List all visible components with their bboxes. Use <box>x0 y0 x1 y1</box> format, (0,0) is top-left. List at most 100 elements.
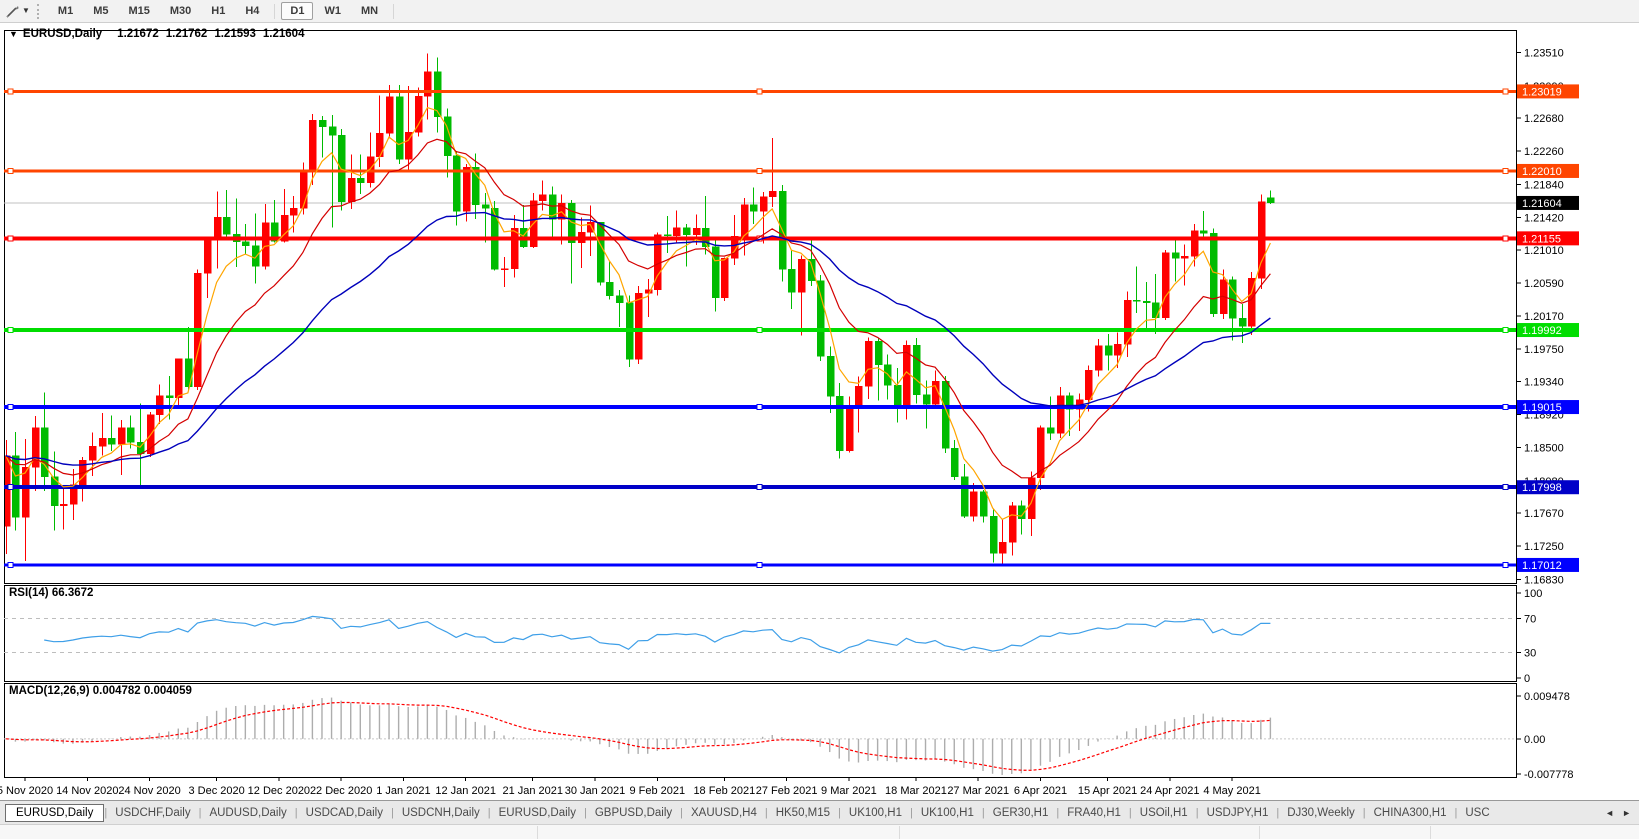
chart-tab-gbpusd-daily[interactable]: GBPUSD,Daily <box>587 804 680 822</box>
hline-handle[interactable] <box>8 405 13 410</box>
price-chart-canvas[interactable]: 1.235101.230901.226801.222601.218401.214… <box>0 24 1639 800</box>
timeframe-button-d1[interactable]: D1 <box>281 2 313 20</box>
date-tick-label: 24 Nov 2020 <box>118 785 180 797</box>
macd-axis-label: 0.009478 <box>1524 691 1570 703</box>
date-tick-label: 9 Feb 2021 <box>629 785 685 797</box>
hline-handle[interactable] <box>1503 562 1508 567</box>
hline-handle[interactable] <box>757 89 762 94</box>
chart-tab-usdcnh-daily[interactable]: USDCNH,Daily <box>394 804 488 822</box>
date-tick-label: 9 Mar 2021 <box>821 785 877 797</box>
date-tick-label: 4 May 2021 <box>1203 785 1260 797</box>
price-badge-label: 1.19015 <box>1522 402 1562 414</box>
chart-tab-bar: EURUSD,Daily|USDCHF,Daily|AUDUSD,Daily|U… <box>0 800 1639 824</box>
chart-tab-uk100-h1[interactable]: UK100,H1 <box>841 804 910 822</box>
date-tick-label: 15 Apr 2021 <box>1078 785 1137 797</box>
chart-tab-usdcad-daily[interactable]: USDCAD,Daily <box>298 804 391 822</box>
price-axis: 1.235101.230901.226801.222601.218401.214… <box>1516 48 1579 587</box>
hline-handle[interactable] <box>757 328 762 333</box>
date-tick-label: 27 Feb 2021 <box>756 785 818 797</box>
hline-handle[interactable] <box>8 328 13 333</box>
price-tick-label: 1.17250 <box>1524 541 1564 553</box>
chart-tab-china300-h1[interactable]: CHINA300,H1 <box>1366 804 1455 822</box>
price-tick-label: 1.21840 <box>1524 179 1564 191</box>
date-tick-label: 5 Nov 2020 <box>0 785 53 797</box>
hline-handle[interactable] <box>757 562 762 567</box>
rsi-axis-label: 30 <box>1524 648 1536 660</box>
status-bar-divider <box>899 826 900 839</box>
price-tick-label: 1.23510 <box>1524 48 1564 60</box>
current-price-badge-label: 1.21604 <box>1522 198 1562 210</box>
toolbar-grip-handle[interactable] <box>37 4 41 19</box>
macd-axis-label: -0.007778 <box>1524 769 1574 781</box>
hline-handle[interactable] <box>8 89 13 94</box>
hline-handle[interactable] <box>8 485 13 490</box>
hline-handle[interactable] <box>8 168 13 173</box>
chart-tab-uk100-h1[interactable]: UK100,H1 <box>913 804 982 822</box>
chart-tab-audusd-daily[interactable]: AUDUSD,Daily <box>201 804 294 822</box>
chart-tab-usdchf-daily[interactable]: USDCHF,Daily <box>107 804 198 822</box>
timeframe-button-m30[interactable]: M30 <box>161 2 200 20</box>
hline-handle[interactable] <box>1503 405 1508 410</box>
timeframe-button-h1[interactable]: H1 <box>202 2 234 20</box>
chart-tab-eurusd-daily[interactable]: EURUSD,Daily <box>5 804 104 822</box>
timeframe-buttons: M1M5M15M30H1H4 D1W1MN <box>48 2 399 20</box>
price-badge-label: 1.17998 <box>1522 482 1562 494</box>
timeframe-button-m1[interactable]: M1 <box>49 2 82 20</box>
date-axis: 5 Nov 202014 Nov 202024 Nov 20203 Dec 20… <box>0 777 1261 797</box>
hline-handle[interactable] <box>8 236 13 241</box>
hline-handle[interactable] <box>757 405 762 410</box>
chart-tab-xauusd-h4[interactable]: XAUUSD,H4 <box>683 804 765 822</box>
chart-tab-eurusd-daily[interactable]: EURUSD,Daily <box>491 804 584 822</box>
tab-scroll-buttons: ◄► <box>1597 808 1639 818</box>
price-tick-label: 1.22260 <box>1524 146 1564 158</box>
date-tick-label: 18 Feb 2021 <box>693 785 755 797</box>
hline-handle[interactable] <box>8 562 13 567</box>
hline-handle[interactable] <box>1503 236 1508 241</box>
date-tick-label: 21 Jan 2021 <box>502 785 563 797</box>
date-tick-label: 12 Dec 2020 <box>248 785 310 797</box>
tool-dropdown-caret[interactable]: ▼ <box>22 7 30 15</box>
toolbar-separator <box>393 4 394 19</box>
price-tick-label: 1.18500 <box>1524 443 1564 455</box>
hline-handle[interactable] <box>1503 485 1508 490</box>
chart-tab-usdjpy-h1[interactable]: USDJPY,H1 <box>1199 804 1277 822</box>
chart-tool-button[interactable]: ▼ <box>2 4 33 19</box>
price-tick-label: 1.20590 <box>1524 278 1564 290</box>
hline-handle[interactable] <box>757 168 762 173</box>
chart-tab-usoil-h1[interactable]: USOil,H1 <box>1132 804 1196 822</box>
timeframe-button-mn[interactable]: MN <box>352 2 387 20</box>
pane-frames <box>5 31 1517 778</box>
chart-tab-ger30-h1[interactable]: GER30,H1 <box>985 804 1057 822</box>
hline-handle[interactable] <box>1503 168 1508 173</box>
status-bar-divider <box>537 826 538 839</box>
hline-handle[interactable] <box>1503 89 1508 94</box>
timeframe-button-h4[interactable]: H4 <box>236 2 268 20</box>
toolbar-separator <box>274 4 275 19</box>
date-tick-label: 12 Jan 2021 <box>435 785 496 797</box>
timeframe-button-m15[interactable]: M15 <box>119 2 158 20</box>
rsi-axis-label: 70 <box>1524 614 1536 626</box>
timeframe-button-m5[interactable]: M5 <box>84 2 117 20</box>
price-badge-label: 1.17012 <box>1522 560 1562 572</box>
date-tick-label: 24 Apr 2021 <box>1140 785 1199 797</box>
tab-scroll-left-icon[interactable]: ◄ <box>1605 808 1614 818</box>
chart-tab-fra40-h1[interactable]: FRA40,H1 <box>1059 804 1129 822</box>
price-badge-label: 1.22010 <box>1522 166 1562 178</box>
price-tick-label: 1.19340 <box>1524 376 1564 388</box>
price-badge-label: 1.19992 <box>1522 325 1562 337</box>
date-tick-label: 6 Apr 2021 <box>1014 785 1067 797</box>
hline-handle[interactable] <box>1503 328 1508 333</box>
hline-handle[interactable] <box>757 485 762 490</box>
price-tick-label: 1.21010 <box>1524 245 1564 257</box>
chart-tab-hk50-m15[interactable]: HK50,M15 <box>768 804 838 822</box>
timeframe-toolbar: ▼ M1M5M15M30H1H4 D1W1MN <box>0 0 1639 23</box>
price-tick-label: 1.19750 <box>1524 344 1564 356</box>
chart-tab-dj30-weekly[interactable]: DJ30,Weekly <box>1279 804 1363 822</box>
price-badge-label: 1.23019 <box>1522 86 1562 98</box>
timeframe-button-w1[interactable]: W1 <box>315 2 350 20</box>
crosshair-pen-icon <box>5 4 20 19</box>
tab-scroll-right-icon[interactable]: ► <box>1622 808 1631 818</box>
chart-tab-usc[interactable]: USC <box>1457 804 1497 822</box>
date-tick-label: 22 Dec 2020 <box>310 785 372 797</box>
price-tick-label: 1.22680 <box>1524 113 1564 125</box>
